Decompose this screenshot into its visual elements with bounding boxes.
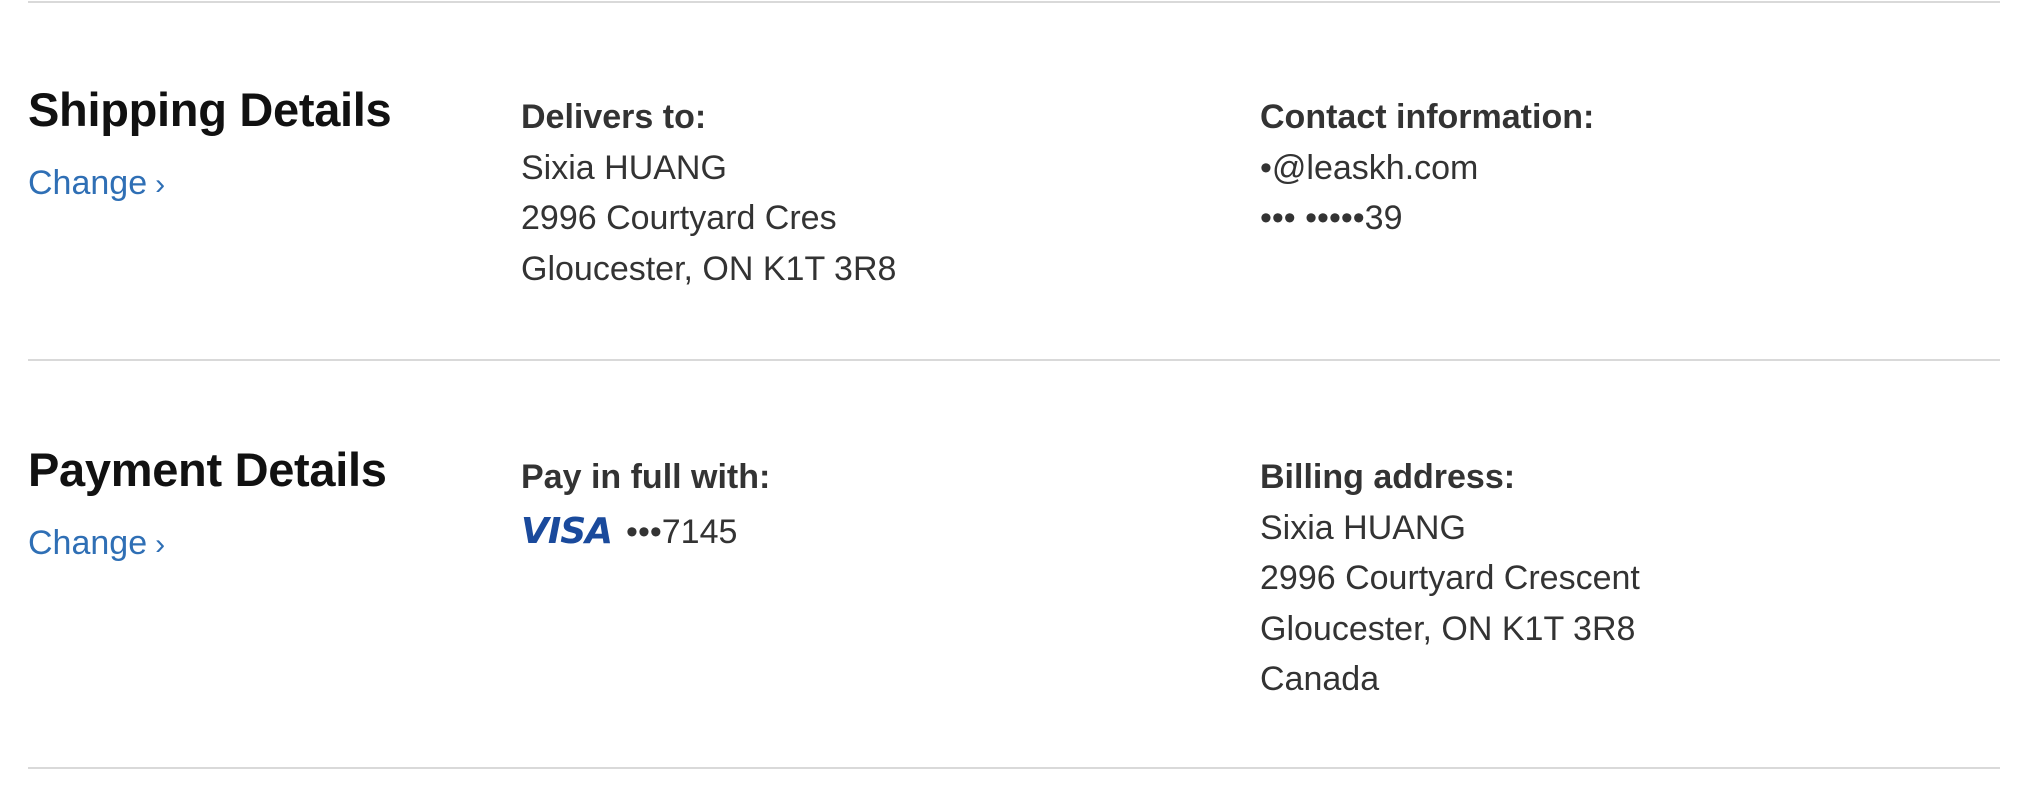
card-number: •••7145	[626, 512, 738, 551]
shipping-details-title: Shipping Details	[28, 83, 392, 136]
delivers-to-city: Gloucester, ON K1T 3R8	[521, 249, 897, 288]
billing-street: 2996 Courtyard Crescent	[1260, 559, 1640, 597]
billing-address-heading: Billing address:	[1260, 458, 1516, 496]
delivers-to-block: Delivers to: Sixia HUANG 2996 Courtyard …	[521, 92, 896, 294]
contact-email: •@leaskh.com	[1260, 148, 1479, 187]
billing-country: Canada	[1260, 660, 1380, 698]
payment-change-link[interactable]: Change ›	[28, 524, 165, 563]
payment-details-title: Payment Details	[28, 443, 387, 496]
payment-details-section: Payment Details Change › Pay in full wit…	[0, 360, 2028, 768]
delivers-to-heading: Delivers to:	[521, 98, 707, 136]
shipping-change-label: Change	[28, 164, 148, 202]
billing-address-block: Billing address: Sixia HUANG 2996 Courty…	[1260, 452, 1640, 705]
pay-with-heading: Pay in full with:	[521, 458, 771, 496]
contact-phone: ••• •••••39	[1260, 199, 1403, 237]
chevron-right-icon: ›	[155, 527, 166, 561]
divider-bottom	[28, 767, 2000, 769]
billing-name: Sixia HUANG	[1260, 508, 1466, 547]
pay-with-block: Pay in full with: VISA •••7145	[521, 452, 770, 557]
card-row: VISA •••7145	[521, 507, 770, 558]
payment-change-label: Change	[28, 524, 148, 562]
shipping-details-section: Shipping Details Change › Delivers to: S…	[0, 0, 2028, 360]
chevron-right-icon: ›	[155, 167, 166, 201]
delivers-to-name: Sixia HUANG	[521, 148, 727, 187]
visa-logo-icon: VISA	[521, 510, 613, 552]
billing-city: Gloucester, ON K1T 3R8	[1260, 609, 1636, 648]
contact-information-heading: Contact information:	[1260, 98, 1595, 136]
contact-information-block: Contact information: •@leaskh.com ••• ••…	[1260, 92, 1594, 244]
shipping-change-link[interactable]: Change ›	[28, 164, 165, 203]
delivers-to-street: 2996 Courtyard Cres	[521, 199, 837, 237]
